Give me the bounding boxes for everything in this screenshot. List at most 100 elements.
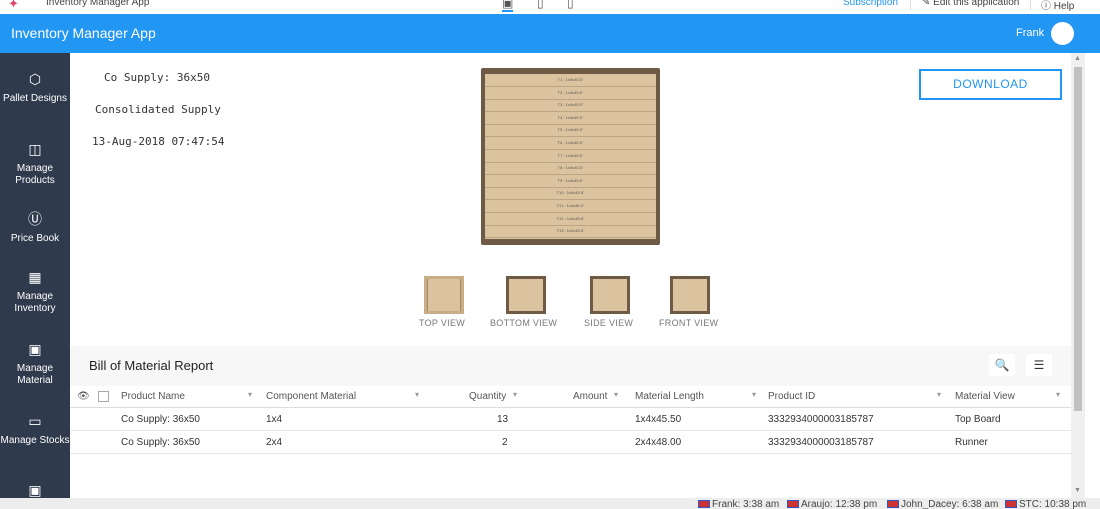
- cell-component-material: 2x4: [266, 437, 283, 448]
- bom-report: Bill of Material Report 🔍 ☰ 👁 Product Na…: [70, 346, 1071, 498]
- scrollbar-thumb[interactable]: [1074, 67, 1082, 411]
- sidebar-item-label: Manage Products: [15, 163, 55, 186]
- chevron-down-icon[interactable]: ▾: [248, 390, 252, 399]
- sidebar-item-label: Pallet Designs: [3, 93, 67, 104]
- chevron-down-icon[interactable]: ▾: [937, 390, 941, 399]
- top-view-label[interactable]: TOP VIEW: [419, 318, 465, 328]
- search-icon[interactable]: 🔍: [989, 354, 1015, 376]
- help-icon: ⓘ: [1041, 1, 1054, 12]
- pallet-board: T5 : 1x4x45.5": [485, 124, 656, 138]
- cell-material-length: 2x4x48.00: [635, 437, 682, 448]
- front-view-thumbnail[interactable]: [670, 276, 710, 314]
- col-product-name[interactable]: Product Name: [121, 391, 185, 402]
- col-material-view[interactable]: Material View: [955, 391, 1015, 402]
- col-product-id[interactable]: Product ID: [768, 391, 815, 402]
- table-row[interactable]: Co Supply: 36x50 1x4 13 1x4x45.50 333293…: [70, 408, 1071, 431]
- menu-icon[interactable]: ☰: [1026, 354, 1052, 376]
- bottom-view-thumbnail[interactable]: [506, 276, 546, 314]
- app-title-small: Inventory Manager App: [46, 0, 150, 8]
- sidebar-item-manage-inventory[interactable]: ▦ Manage Inventory: [0, 269, 70, 315]
- pallet-deck: T1 : 1x4x45.5" T2 : 1x4x45.5" T3 : 1x4x45.…: [485, 74, 656, 239]
- pallet-board: T2 : 1x4x45.5": [485, 87, 656, 100]
- chevron-down-icon[interactable]: ▾: [513, 390, 517, 399]
- pallet-board: T9 : 1x4x45.5": [485, 175, 656, 188]
- sidebar-item-label: Manage Material: [16, 363, 54, 386]
- bottom-view-label[interactable]: BOTTOM VIEW: [490, 318, 557, 328]
- sidebar-item-manage-products[interactable]: ◫ Manage Products: [0, 141, 70, 187]
- chevron-down-icon[interactable]: ▾: [415, 390, 419, 399]
- front-view-label[interactable]: FRONT VIEW: [659, 318, 718, 328]
- clock-john-dacey: John_Dacey: 6:38 am: [887, 499, 998, 509]
- pallet-board: T8 : 1x4x45.5": [485, 162, 656, 176]
- board-icon: ◫: [28, 141, 42, 157]
- select-all-checkbox[interactable]: [98, 391, 109, 402]
- cube-icon: ⬡: [28, 71, 42, 87]
- divider: [910, 0, 911, 10]
- pencil-icon: ✎: [922, 0, 934, 8]
- table-header: 👁 Product Name ▾ Component Material ▾ Qu…: [70, 386, 1071, 408]
- dollar-icon: Ⓤ: [28, 211, 42, 227]
- help-label: Help: [1053, 1, 1075, 12]
- app-logo-icon[interactable]: ✦: [8, 0, 19, 12]
- cell-quantity: 13: [497, 414, 509, 425]
- pallet-board: T13 : 1x4x45.5": [485, 225, 656, 239]
- monitor-icon: ▣: [28, 482, 42, 498]
- chevron-down-icon[interactable]: ▾: [1056, 390, 1060, 399]
- side-view-label[interactable]: SIDE VIEW: [584, 318, 633, 328]
- avatar[interactable]: [1051, 22, 1074, 45]
- pallet-board: T4 : 1x4x45.5": [485, 112, 656, 125]
- pallet-board: T1 : 1x4x45.5": [485, 74, 656, 87]
- tablet-icon[interactable]: ▯: [537, 0, 544, 10]
- cell-material-view: Top Board: [955, 414, 1001, 425]
- subscription-link[interactable]: Subscription: [843, 0, 898, 8]
- scroll-up-icon[interactable]: ▲: [1074, 55, 1081, 62]
- top-view-thumbnail[interactable]: [424, 276, 464, 314]
- download-button[interactable]: DOWNLOAD: [919, 69, 1062, 100]
- pallet-board: T7 : 1x4x45.5": [485, 150, 656, 163]
- help-link[interactable]: ⓘ Help: [1041, 0, 1074, 12]
- status-bar: Frank: 3:38 am Araujo: 12:38 pm John_Dac…: [0, 498, 1100, 509]
- edit-application-label: Edit this application: [933, 0, 1020, 8]
- battery-icon: ▭: [28, 413, 42, 429]
- user-name[interactable]: Frank: [1016, 27, 1044, 39]
- side-view-thumbnail[interactable]: [590, 276, 630, 314]
- flag-icon: [887, 500, 899, 509]
- col-quantity[interactable]: Quantity: [469, 391, 506, 402]
- clock-frank: Frank: 3:38 am: [698, 499, 779, 509]
- layers-icon: ▦: [28, 269, 42, 285]
- col-material-length[interactable]: Material Length: [635, 391, 704, 402]
- sidebar-item-label: Manage Stocks: [0, 435, 70, 446]
- cell-material-length: 1x4x45.50: [635, 414, 682, 425]
- cell-quantity: 2: [502, 437, 508, 448]
- desktop-icon[interactable]: ▣: [502, 0, 514, 12]
- sidebar-item-label: Price Book: [10, 233, 60, 244]
- app-header: Inventory Manager App Frank: [0, 14, 1100, 53]
- sidebar-item-more[interactable]: ▣: [0, 482, 70, 498]
- col-amount[interactable]: Amount: [573, 391, 607, 402]
- clock-label: John_Dacey: 6:38 am: [901, 499, 999, 509]
- cell-product-name: Co Supply: 36x50: [121, 437, 200, 448]
- clock-label: STC: 10:38 pm: [1019, 499, 1087, 509]
- pallet-board: T6 : 1x4x45.5": [485, 137, 656, 150]
- pallet-board: T12 : 1x4x45.5": [485, 213, 656, 226]
- scroll-down-icon[interactable]: ▼: [1074, 487, 1081, 494]
- sidebar-item-price-book[interactable]: Ⓤ Price Book: [0, 211, 70, 245]
- sidebar-item-manage-material[interactable]: ▣ Manage Material: [0, 341, 70, 387]
- sidebar-item-pallet-designs[interactable]: ⬡ Pallet Designs: [0, 71, 70, 105]
- vertical-scrollbar[interactable]: ▲ ▼: [1071, 53, 1085, 498]
- col-component-material[interactable]: Component Material: [266, 391, 356, 402]
- clock-label: Frank: 3:38 am: [712, 499, 780, 509]
- edit-application-link[interactable]: ✎ Edit this application: [922, 0, 1019, 8]
- eye-icon[interactable]: 👁: [77, 391, 90, 402]
- table-row[interactable]: Co Supply: 36x50 2x4 2 2x4x48.00 3332934…: [70, 431, 1071, 454]
- chevron-down-icon[interactable]: ▾: [614, 390, 618, 399]
- cell-product-id: 3332934000003185787: [768, 437, 874, 448]
- flag-icon: [698, 500, 710, 509]
- main-content: Co Supply: 36x50 Consolidated Supply 13-…: [70, 53, 1071, 498]
- divider: [1030, 0, 1031, 10]
- cell-product-name: Co Supply: 36x50: [121, 414, 200, 425]
- sidebar: ⬡ Pallet Designs ◫ Manage Products Ⓤ Pri…: [0, 53, 70, 498]
- mobile-icon[interactable]: ▯: [567, 0, 574, 10]
- sidebar-item-manage-stocks[interactable]: ▭ Manage Stocks: [0, 413, 70, 447]
- chevron-down-icon[interactable]: ▾: [752, 390, 756, 399]
